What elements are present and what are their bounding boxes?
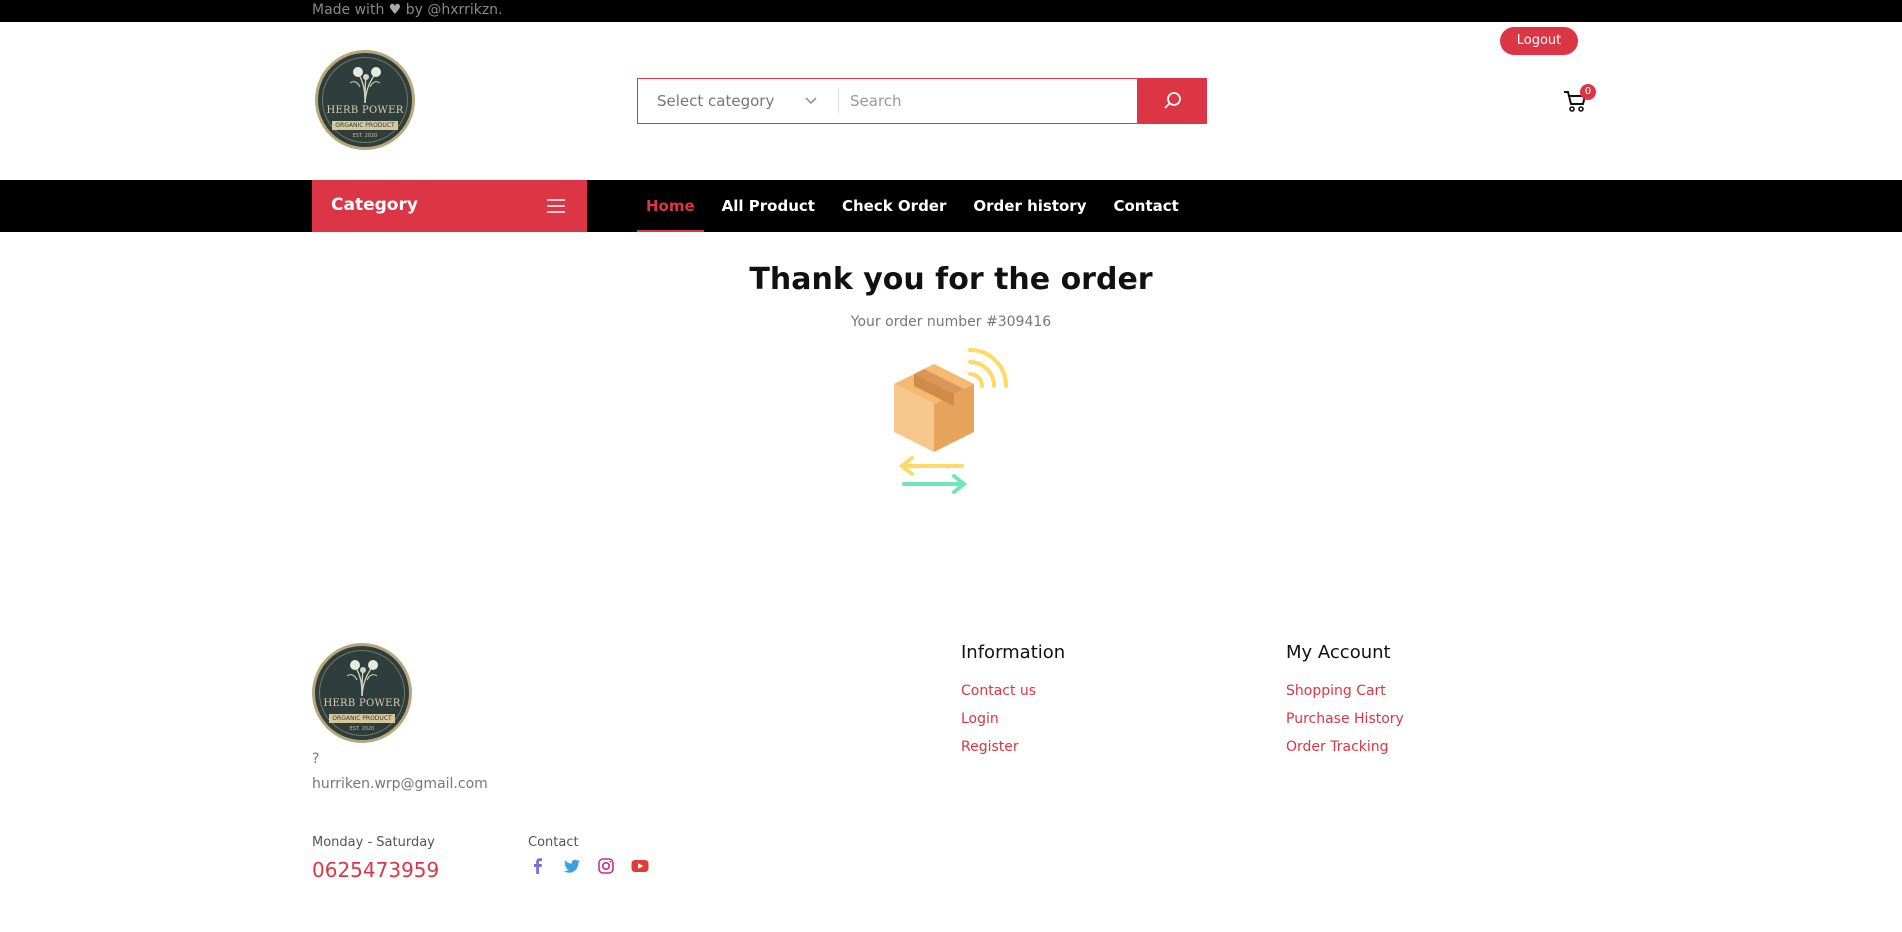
page-title: Thank you for the order: [749, 262, 1153, 297]
footer-contact-label: Contact: [528, 835, 579, 850]
herb-plant-icon: [346, 660, 378, 697]
footer-link-contact-us[interactable]: Contact us: [961, 683, 1065, 699]
footer-link-shopping-cart[interactable]: Shopping Cart: [1286, 683, 1404, 699]
footer-link-purchase-history[interactable]: Purchase History: [1286, 711, 1404, 727]
hamburger-menu-icon: [547, 199, 565, 213]
social-links: [528, 856, 650, 876]
nav-order-history[interactable]: Order history: [973, 180, 1086, 232]
category-menu-button[interactable]: Category: [312, 180, 587, 232]
package-delivery-icon: [894, 348, 1008, 494]
search-icon: [1164, 92, 1181, 109]
footer-link-order-tracking[interactable]: Order Tracking: [1286, 739, 1404, 755]
logo-ribbon-text: ORGANIC PRODUCT: [329, 714, 395, 723]
logout-button[interactable]: Logout: [1500, 27, 1578, 55]
search-button[interactable]: [1137, 78, 1207, 124]
footer-phone[interactable]: 0625473959: [312, 858, 439, 882]
footer-my-account-column: My Account Shopping Cart Purchase Histor…: [1286, 642, 1404, 767]
footer-email[interactable]: hurriken.wrp@gmail.com: [312, 776, 488, 792]
footer-link-login[interactable]: Login: [961, 711, 1065, 727]
logo-brand-text: HERB POWER: [326, 105, 404, 116]
site-logo[interactable]: HERB POWER ORGANIC PRODUCT EST. 2020: [315, 50, 415, 150]
nav-all-product[interactable]: All Product: [722, 180, 815, 232]
category-select[interactable]: Select category: [657, 79, 817, 123]
heart-icon: ♥: [388, 2, 402, 18]
logo-brand-text: HERB POWER: [323, 698, 401, 709]
nav-contact[interactable]: Contact: [1113, 180, 1178, 232]
search-bar: Select category: [637, 78, 1207, 124]
herb-plant-icon: [349, 67, 381, 104]
nav-check-order[interactable]: Check Order: [842, 180, 946, 232]
logo-ribbon-text: ORGANIC PRODUCT: [332, 121, 398, 130]
chevron-down-icon: [805, 97, 817, 104]
twitter-icon[interactable]: [562, 856, 582, 876]
main-nav: Home All Product Check Order Order histo…: [637, 180, 1206, 232]
top-announcement-bar: Made with ♥ by @hxrrikzn.: [0, 0, 1902, 22]
logo-tiny-text: EST. 2020: [352, 133, 378, 139]
made-with-note: Made with ♥ by @hxrrikzn.: [312, 2, 503, 18]
footer-information-title: Information: [961, 642, 1066, 663]
footer-my-account-title: My Account: [1286, 642, 1391, 663]
youtube-icon[interactable]: [630, 856, 650, 876]
footer-link-register[interactable]: Register: [961, 739, 1065, 755]
facebook-icon[interactable]: [528, 856, 548, 876]
footer-information-column: Information Contact us Login Register: [961, 642, 1065, 767]
order-number-text: Your order number #309416: [850, 314, 1052, 330]
search-input[interactable]: [850, 79, 1150, 123]
footer-logo[interactable]: HERB POWER ORGANIC PRODUCT EST. 2020: [312, 643, 412, 743]
logo-tiny-text: EST. 2020: [349, 726, 375, 732]
footer-hours-label: Monday - Saturday: [312, 835, 435, 850]
nav-home[interactable]: Home: [637, 180, 704, 232]
instagram-icon[interactable]: [596, 856, 616, 876]
cart-count-badge: 0: [1580, 84, 1596, 100]
footer-address: ?: [312, 751, 320, 767]
